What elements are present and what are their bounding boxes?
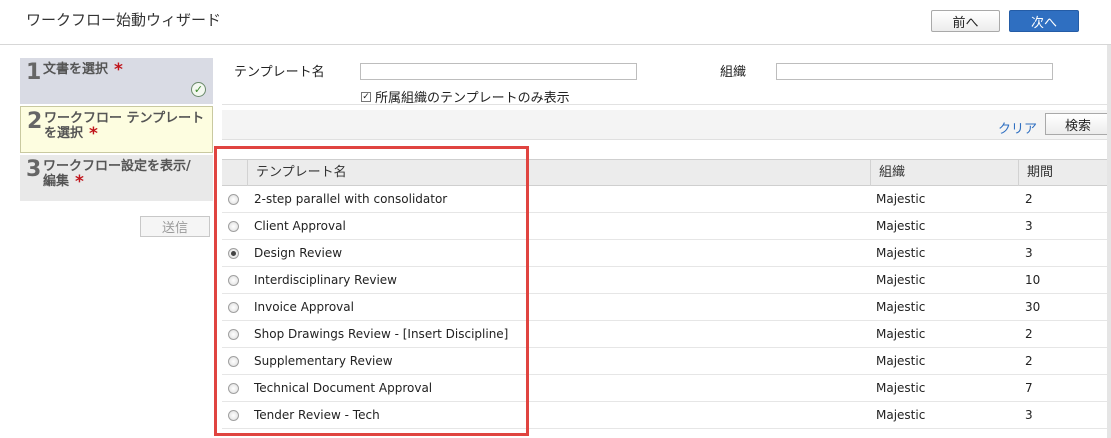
step-label: 文書を選択 * — [43, 60, 208, 80]
radio-button[interactable] — [228, 329, 239, 340]
radio-button[interactable] — [228, 221, 239, 232]
wizard-header: ワークフロー始動ウィザード 前へ 次へ — [0, 0, 1111, 45]
radio-button[interactable] — [228, 302, 239, 313]
cell-organization: Majestic — [876, 354, 926, 368]
table-header: テンプレート名 組織 期間 — [222, 159, 1111, 186]
cell-template-name: 2-step parallel with consolidator — [254, 192, 448, 206]
cell-organization: Majestic — [876, 327, 926, 341]
cell-organization: Majestic — [876, 408, 926, 422]
search-button[interactable]: 検索 — [1045, 113, 1111, 135]
cell-template-name: Client Approval — [254, 219, 346, 233]
cell-template-name: Invoice Approval — [254, 300, 354, 314]
table-row[interactable]: Interdisciplinary Review Majestic 10 — [222, 267, 1111, 294]
cell-organization: Majestic — [876, 381, 926, 395]
cell-template-name: Technical Document Approval — [254, 381, 433, 395]
cell-period: 7 — [1025, 381, 1033, 395]
column-header-template-name[interactable]: テンプレート名 — [247, 160, 872, 186]
template-table: テンプレート名 組織 期間 2-step parallel with conso… — [222, 159, 1111, 429]
scrollbar[interactable] — [1107, 45, 1111, 438]
cell-template-name: Supplementary Review — [254, 354, 393, 368]
radio-button[interactable] — [228, 410, 239, 421]
table-row[interactable]: Technical Document Approval Majestic 7 — [222, 375, 1111, 402]
cell-period: 30 — [1025, 300, 1041, 314]
step-number: 1 — [26, 60, 42, 85]
radio-button[interactable] — [228, 248, 239, 259]
next-button[interactable]: 次へ — [1009, 10, 1079, 32]
step-label-line: ワークフロー設定を表示/ — [43, 159, 191, 174]
table-row[interactable]: Invoice Approval Majestic 30 — [222, 294, 1111, 321]
table-row[interactable]: Design Review Majestic 3 — [222, 240, 1111, 267]
search-panel: テンプレート名 組織 ✓ 所属組織のテンプレートのみ表示 — [222, 58, 1111, 106]
column-header-organization[interactable]: 組織 — [870, 160, 1018, 186]
step-select-template[interactable]: 2 ワークフロー テンプレート を選択 * — [20, 106, 213, 153]
table-row[interactable]: Tender Review - Tech Majestic 3 — [222, 402, 1111, 429]
cell-organization: Majestic — [876, 273, 926, 287]
prev-button[interactable]: 前へ — [931, 10, 1000, 32]
own-org-only-label: 所属組織のテンプレートのみ表示 — [375, 91, 570, 106]
step-number: 3 — [26, 157, 42, 182]
organization-input[interactable] — [776, 63, 1053, 80]
table-row[interactable]: Supplementary Review Majestic 2 — [222, 348, 1111, 375]
radio-button[interactable] — [228, 383, 239, 394]
cell-period: 2 — [1025, 354, 1033, 368]
cell-template-name: Interdisciplinary Review — [254, 273, 397, 287]
column-header-period[interactable]: 期間 — [1018, 160, 1111, 186]
template-name-input[interactable] — [360, 63, 637, 80]
cell-template-name: Shop Drawings Review - [Insert Disciplin… — [254, 327, 509, 341]
step-view-edit-settings[interactable]: 3 ワークフロー設定を表示/ 編集 * — [20, 155, 213, 201]
step-label: ワークフロー テンプレート を選択 * — [44, 111, 209, 144]
radio-button[interactable] — [228, 194, 239, 205]
cell-period: 3 — [1025, 246, 1033, 260]
step-label-line: を選択 — [44, 126, 84, 141]
table-row[interactable]: 2-step parallel with consolidator Majesti… — [222, 186, 1111, 213]
cell-period: 3 — [1025, 408, 1033, 422]
cell-organization: Majestic — [876, 219, 926, 233]
radio-button[interactable] — [228, 356, 239, 367]
cell-organization: Majestic — [876, 300, 926, 314]
cell-period: 2 — [1025, 327, 1033, 341]
search-action-bar: クリア 検索 — [222, 110, 1111, 140]
step-select-document[interactable]: 1 文書を選択 * ✓ — [20, 58, 213, 104]
cell-template-name: Tender Review - Tech — [254, 408, 380, 422]
cell-organization: Majestic — [876, 192, 926, 206]
required-mark: * — [114, 60, 123, 80]
send-button[interactable]: 送信 — [140, 216, 210, 237]
cell-period: 3 — [1025, 219, 1033, 233]
clear-link[interactable]: クリア — [998, 118, 1037, 137]
page-title: ワークフロー始動ウィザード — [26, 11, 222, 29]
cell-organization: Majestic — [876, 246, 926, 260]
organization-label: 組織 — [720, 65, 747, 80]
table-row[interactable]: Client Approval Majestic 3 — [222, 213, 1111, 240]
checkbox-checked[interactable]: ✓ — [361, 91, 371, 102]
table-body: 2-step parallel with consolidator Majesti… — [222, 186, 1111, 429]
step-label: ワークフロー設定を表示/ 編集 * — [43, 159, 208, 192]
cell-template-name: Design Review — [254, 246, 343, 260]
radio-button[interactable] — [228, 275, 239, 286]
template-name-label: テンプレート名 — [234, 65, 325, 80]
own-org-only-option[interactable]: ✓ 所属組織のテンプレートのみ表示 — [361, 87, 570, 106]
check-circle-icon: ✓ — [191, 82, 206, 97]
step-label-line: 編集 — [43, 174, 70, 189]
step-label-line: 文書を選択 — [43, 62, 109, 77]
step-number: 2 — [27, 109, 43, 134]
cell-period: 10 — [1025, 273, 1041, 287]
step-label-line: ワークフロー テンプレート — [44, 111, 205, 126]
required-mark: * — [89, 124, 98, 144]
required-mark: * — [75, 172, 84, 192]
cell-period: 2 — [1025, 192, 1033, 206]
table-row[interactable]: Shop Drawings Review - [Insert Disciplin… — [222, 321, 1111, 348]
